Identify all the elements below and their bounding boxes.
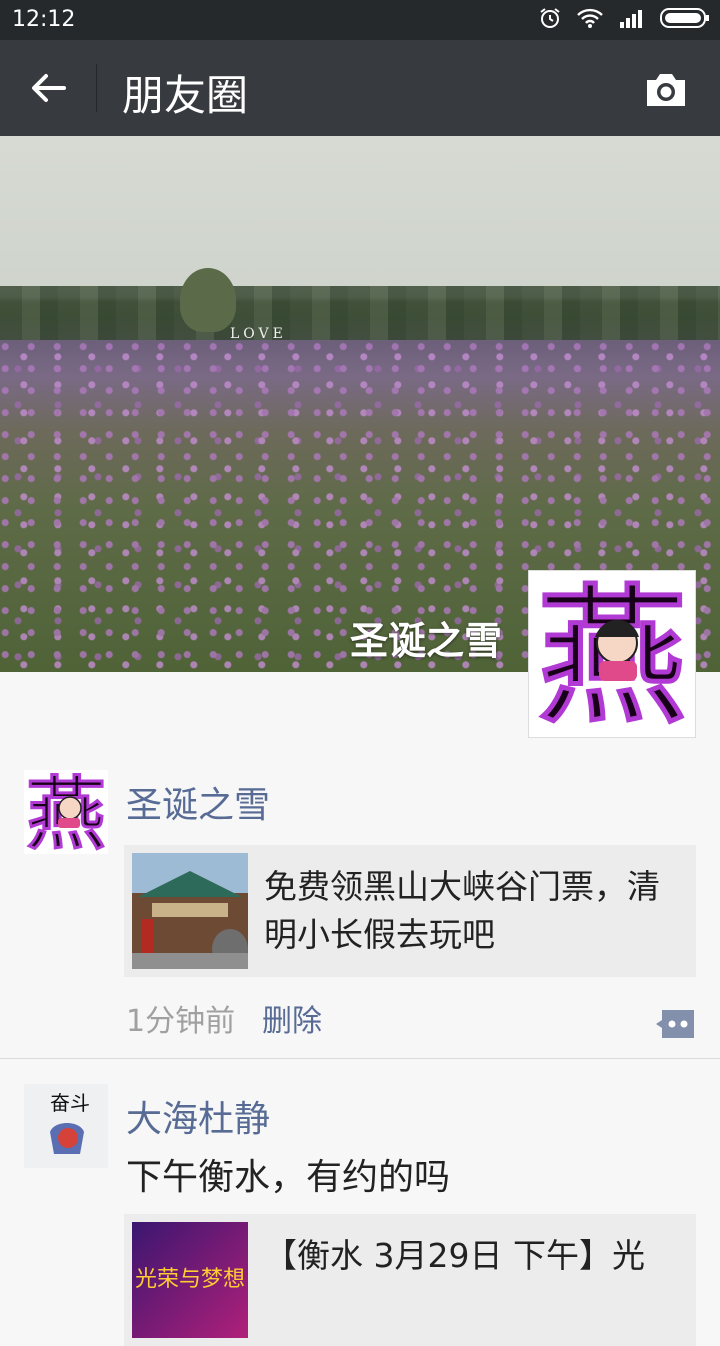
link-title: 免费领黑山大峡谷门票，清明小长假去玩吧 — [264, 867, 660, 954]
status-bar: 12:12 — [0, 0, 720, 40]
post-avatar[interactable]: 燕 — [24, 770, 108, 854]
status-icons — [538, 6, 710, 30]
link-thumbnail: 光荣与梦想 — [132, 1222, 248, 1338]
post-author[interactable]: 大海杜静 — [126, 1090, 270, 1142]
camera-icon — [647, 74, 685, 106]
signal-icon — [620, 10, 642, 28]
cover-avatar[interactable]: 燕 — [528, 570, 696, 738]
comment-dots-icon — [656, 1010, 694, 1038]
post-avatar[interactable]: 奋斗 — [24, 1084, 108, 1168]
post-time: 1分钟前 — [126, 1004, 236, 1039]
nav-divider — [96, 64, 97, 112]
link-thumbnail — [132, 853, 248, 969]
link-title: 【衡水 3月29日 下午】光 — [264, 1236, 645, 1275]
alarm-icon — [540, 8, 560, 28]
cover-tree — [180, 268, 236, 332]
battery-icon — [660, 8, 709, 28]
shared-link-card[interactable]: 光荣与梦想 【衡水 3月29日 下午】光 — [124, 1214, 696, 1346]
navigation-bar: 朋友圈 — [0, 40, 720, 136]
post-divider — [0, 1058, 720, 1059]
avatar-image: 燕 — [534, 571, 689, 737]
camera-button[interactable] — [642, 70, 690, 110]
wifi-icon — [577, 8, 603, 28]
comment-button[interactable] — [654, 1008, 696, 1040]
delete-button[interactable]: 删除 — [262, 996, 322, 1040]
page-title: 朋友圈 — [122, 71, 249, 120]
avatar-image: 奋斗 — [24, 1084, 108, 1168]
post-author[interactable]: 圣诞之雪 — [126, 776, 270, 828]
post-text: 下午衡水，有约的吗 — [126, 1157, 451, 1198]
status-time: 12:12 — [12, 7, 76, 32]
back-arrow-icon — [32, 74, 66, 102]
cover-username[interactable]: 圣诞之雪 — [350, 610, 502, 665]
shared-link-card[interactable]: 免费领黑山大峡谷门票，清明小长假去玩吧 — [124, 845, 696, 977]
back-button[interactable] — [28, 68, 68, 108]
cover-treeline — [0, 286, 720, 340]
avatar-image: 燕 — [24, 770, 108, 854]
svg-text:奋斗: 奋斗 — [50, 1091, 90, 1115]
